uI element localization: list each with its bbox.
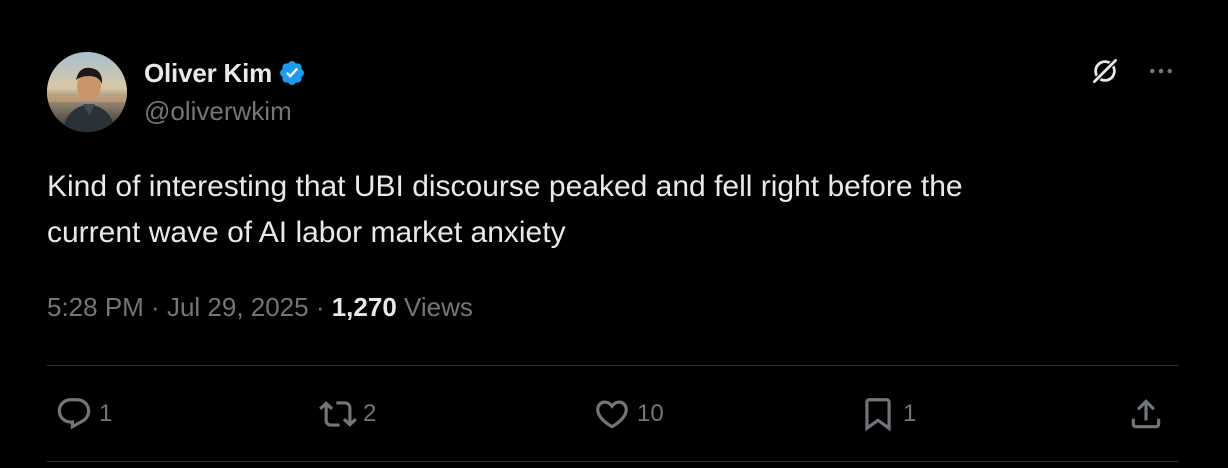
tweet-date[interactable]: Jul 29, 2025 (167, 292, 309, 323)
avatar-image (47, 52, 127, 132)
meta-separator: · (308, 292, 332, 322)
reply-button[interactable]: 1 (55, 392, 112, 436)
reply-count: 1 (99, 400, 113, 427)
avatar[interactable] (47, 52, 127, 132)
views-label: Views (404, 292, 473, 322)
verified-badge-icon[interactable] (278, 59, 306, 87)
like-count: 10 (637, 400, 664, 427)
like-button[interactable]: 10 (593, 392, 664, 436)
author-display-name[interactable]: Oliver Kim (144, 58, 272, 89)
tweet-time[interactable]: 5:28 PM (47, 292, 144, 323)
views-count: 1,270 (331, 292, 397, 322)
reply-icon (57, 398, 91, 430)
author-handle[interactable]: @oliverwkim (144, 96, 306, 127)
repost-count: 2 (363, 400, 377, 427)
meta-separator: · (143, 292, 167, 322)
repost-button[interactable]: 2 (319, 392, 376, 436)
views-label (397, 292, 404, 323)
more-icon[interactable] (1144, 56, 1178, 86)
heart-icon (596, 400, 628, 429)
top-actions (1090, 56, 1178, 86)
share-button[interactable] (1127, 392, 1165, 436)
bookmark-count: 1 (903, 400, 917, 427)
tweet-text: Kind of interesting that UBI discourse p… (47, 170, 963, 249)
author-block: Oliver Kim @oliverwkim (144, 56, 306, 127)
grok-icon[interactable] (1090, 56, 1120, 86)
action-bar: 1 2 10 1 (47, 392, 1179, 436)
divider (47, 461, 1179, 462)
name-row: Oliver Kim (144, 56, 306, 90)
bookmark-button[interactable]: 1 (859, 392, 916, 436)
divider (47, 365, 1179, 366)
bookmark-icon (865, 398, 891, 432)
repost-icon (319, 401, 357, 427)
share-icon (1131, 399, 1161, 429)
tweet-meta: 5:28 PM · Jul 29, 2025 · 1,270 Views (47, 292, 473, 323)
tweet-detail: Oliver Kim @oliverwkim Kind of interesti… (0, 0, 1228, 468)
